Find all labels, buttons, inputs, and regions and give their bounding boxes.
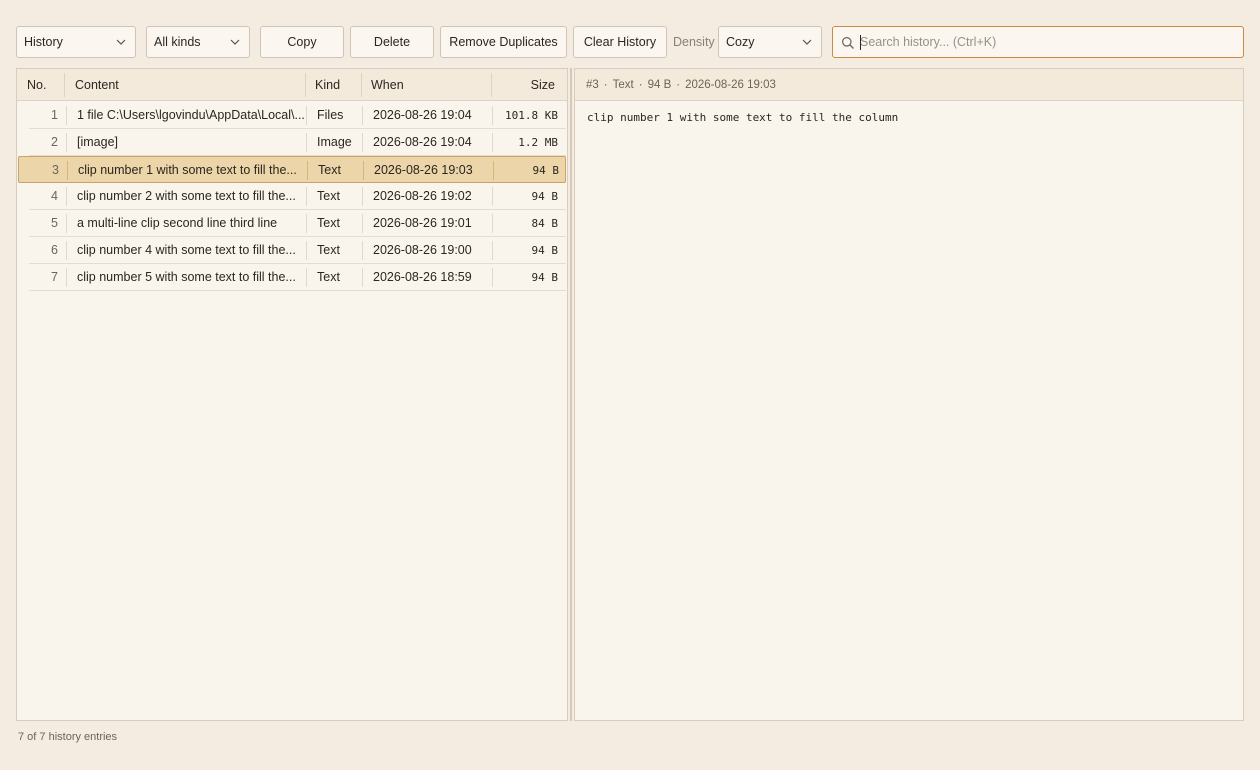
row-size: 94 B [531,190,559,203]
row-content: 1 file C:\Users\lgovindu\AppData\Local\.… [77,108,305,122]
table-row[interactable]: 3 clip number 1 with some text to fill th… [18,156,566,183]
column-header-size[interactable]: Size [531,69,555,101]
view-select-value: History [24,35,63,49]
row-content: clip number 4 with some text to fill the… [77,243,296,257]
row-kind: Files [317,108,344,122]
kind-select[interactable]: All kinds [146,26,250,58]
row-size: 1.2 MB [518,136,558,149]
row-content: clip number 1 with some text to fill the… [78,163,297,177]
kind-select-value: All kinds [154,35,201,49]
column-header-when[interactable]: When [371,69,404,101]
row-number: 2 [51,135,58,149]
table-row[interactable]: 6 clip number 4 with some text to fill th… [18,237,566,264]
row-size: 94 B [531,244,559,257]
search-icon [842,37,854,49]
search-input[interactable]: Search history... (Ctrl+K) [832,26,1244,58]
column-header-content[interactable]: Content [75,69,119,101]
table-row[interactable]: 1 1 file C:\Users\lgovindu\AppData\Local\… [18,102,566,129]
row-kind: Text [317,216,340,230]
row-size: 101.8 KB [505,109,558,122]
row-kind: Text [317,270,340,284]
density-label: Density [673,35,715,49]
row-number: 4 [51,189,58,203]
row-content: a multi-line clip second line third line [77,216,278,230]
view-select[interactable]: History [16,26,136,58]
copy-button[interactable]: Copy [260,26,344,58]
table-row[interactable]: 5 a multi-line clip second line third lin… [18,210,566,237]
delete-button[interactable]: Delete [350,26,434,58]
row-size: 94 B [532,164,560,177]
row-kind: Image [317,135,352,149]
column-header-kind[interactable]: Kind [315,69,340,101]
chevron-down-icon [116,39,126,45]
row-number: 6 [51,243,58,257]
row-number: 7 [51,270,58,284]
table-row[interactable]: 7 clip number 5 with some text to fill th… [18,264,566,291]
detail-kind: Text [612,79,634,91]
toolbar: History All kinds Copy Delete Remove Dup… [16,26,1244,58]
row-kind: Text [317,189,340,203]
status-text: 7 of 7 history entries [18,731,118,743]
chevron-down-icon [230,39,240,45]
detail-content[interactable]: clip number 1 with some text to fill the… [587,111,1231,124]
chevron-down-icon [802,39,812,45]
detail-pane: #3 · Text · 94 B · 2026-08-26 19:03 clip numbe… [574,68,1244,721]
row-size: 84 B [531,217,559,230]
list-header: No. Content Kind When Size [17,69,567,101]
row-content: clip number 2 with some text to fill the… [77,189,296,203]
search-placeholder: Search history... (Ctrl+K) [860,35,997,49]
column-header-no[interactable]: No. [27,69,46,101]
row-kind: Text [318,163,341,177]
row-kind: Text [317,243,340,257]
row-number: 5 [51,216,58,230]
row-when: 2026-08-26 19:01 [373,216,472,230]
row-size: 94 B [531,271,559,284]
row-when: 2026-08-26 19:03 [374,163,473,177]
row-content: [image] [77,135,118,149]
row-when: 2026-08-26 18:59 [373,270,472,284]
detail-size: 94 B [647,79,672,91]
row-number: 1 [51,108,58,122]
table-row[interactable]: 2 [image] Image 2026-08-26 19:04 1.2 MB [18,129,566,156]
row-when: 2026-08-26 19:00 [373,243,472,257]
row-content: clip number 5 with some text to fill the… [77,270,296,284]
history-list[interactable]: No. Content Kind When Size 1 1 file C:\Us… [16,68,568,721]
detail-id: #3 [586,79,599,91]
row-when: 2026-08-26 19:04 [373,108,472,122]
remove-duplicates-button[interactable]: Remove Duplicates [440,26,567,58]
pane-splitter[interactable] [570,68,572,721]
row-number: 3 [52,163,59,177]
table-row[interactable]: 4 clip number 2 with some text to fill th… [18,183,566,210]
density-select-value: Cozy [726,35,755,49]
row-when: 2026-08-26 19:02 [373,189,472,203]
density-select[interactable]: Cozy [718,26,822,58]
detail-header: #3 · Text · 94 B · 2026-08-26 19:03 [575,69,1243,101]
clear-history-button[interactable]: Clear History [573,26,667,58]
detail-when: 2026-08-26 19:03 [685,79,776,91]
row-when: 2026-08-26 19:04 [373,135,472,149]
text-caret [860,35,861,50]
